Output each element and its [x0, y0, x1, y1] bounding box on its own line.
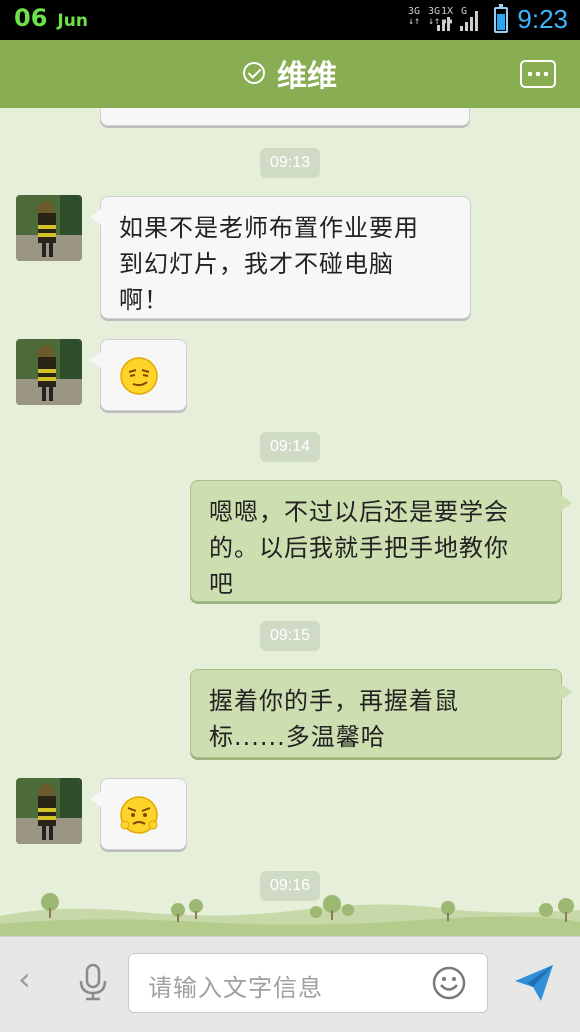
outgoing-message[interactable]: 握着你的手，再握着鼠 标......多温馨哈 [190, 669, 572, 758]
more-dots-icon [528, 72, 532, 76]
grumpy-emoji-icon [120, 796, 158, 834]
timestamp: 09:13 [260, 148, 321, 178]
contact-avatar[interactable] [16, 778, 82, 844]
network-3g-icon: 3G ↓↑ [408, 6, 421, 27]
chat-title: 维维 [277, 59, 337, 94]
avatar-photo-icon [16, 195, 82, 261]
signal-bars-icon-2 [460, 9, 478, 31]
message-line: 的。以后我就手把手地教你 [209, 534, 509, 562]
message-list[interactable]: 09:13 如果不是老师布置作业要用 到幻灯片，我才不碰电脑 啊！ 09:14 [0, 108, 580, 936]
message-line: 啊！ [119, 286, 169, 314]
smirk-emoji-icon [120, 357, 158, 395]
message-line: 嗯嗯，不过以后还是要学会 [209, 498, 509, 526]
message-line: 握着你的手，再握着鼠 [209, 687, 459, 715]
avatar-photo-icon [16, 778, 82, 844]
send-icon[interactable] [512, 961, 556, 1005]
timestamp: 09:15 [260, 621, 321, 651]
battery-icon [494, 4, 508, 33]
message-line: 标......多温馨哈 [209, 723, 386, 751]
status-time: 9:23 [517, 4, 568, 34]
microphone-icon[interactable] [76, 962, 110, 1002]
chat-title-group: 维维 [0, 40, 580, 106]
message-line: 吧 [209, 570, 234, 598]
smiley-icon[interactable] [432, 966, 466, 1000]
incoming-emoji-message[interactable] [90, 778, 187, 850]
message-line: 如果不是老师布置作业要用 [119, 214, 419, 242]
incoming-message[interactable]: 如果不是老师布置作业要用 到幻灯片，我才不碰电脑 啊！ [90, 196, 471, 319]
contact-avatar[interactable] [16, 195, 82, 261]
hills-scenery-decoration [0, 893, 580, 936]
check-circle-icon [243, 62, 265, 84]
more-options-button[interactable] [520, 60, 556, 88]
status-date: 06 Jun [14, 4, 88, 36]
message-input-placeholder: 请输入文字信息 [148, 974, 323, 1002]
battery-level [497, 14, 505, 30]
message-bubble-partial[interactable] [100, 108, 470, 126]
contact-avatar[interactable] [16, 339, 82, 405]
signal-bars-icon [437, 9, 455, 31]
status-day: 06 [14, 4, 48, 32]
chevron-left-icon[interactable]: ‹ [18, 960, 31, 998]
message-line: 到幻灯片，我才不碰电脑 [119, 250, 394, 278]
incoming-emoji-message[interactable] [90, 339, 187, 411]
avatar-photo-icon [16, 339, 82, 405]
status-month: Jun [57, 11, 88, 31]
timestamp: 09:14 [260, 432, 321, 462]
outgoing-message[interactable]: 嗯嗯，不过以后还是要学会 的。以后我就手把手地教你 吧 [190, 480, 572, 602]
